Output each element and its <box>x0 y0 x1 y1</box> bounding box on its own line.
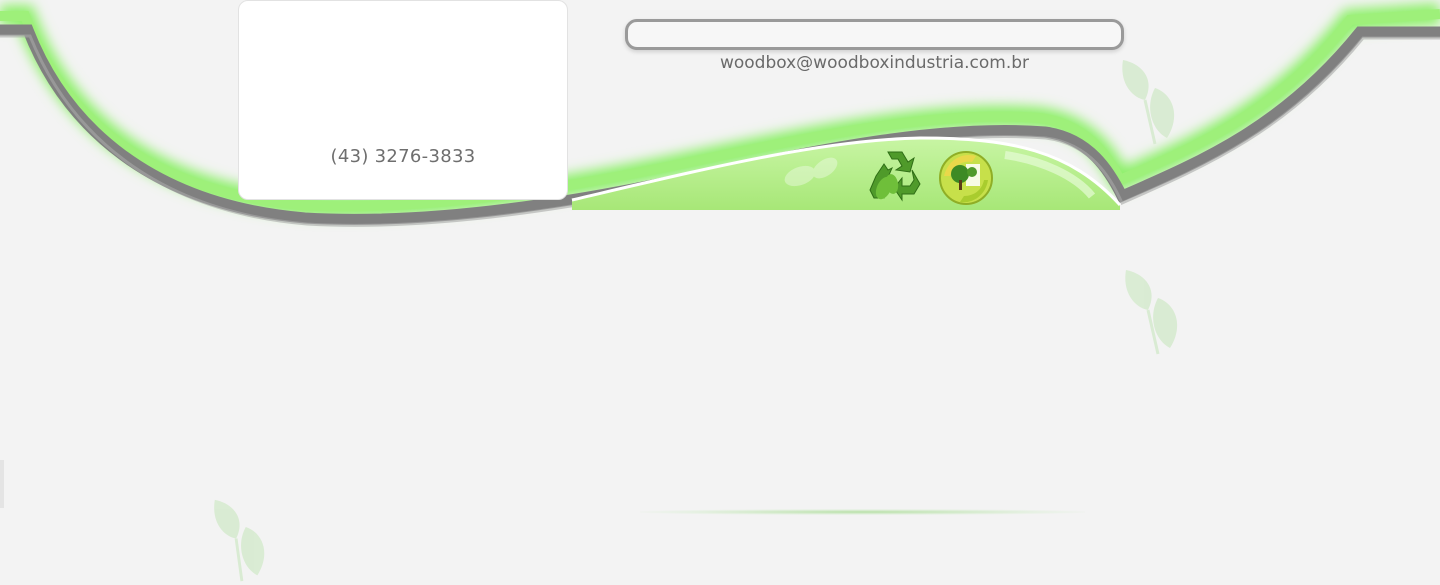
leaf-icon <box>1125 270 1178 355</box>
search-input[interactable] <box>625 19 1124 50</box>
contact-email-link[interactable]: woodbox@woodboxindustria.com.br <box>625 53 1124 73</box>
earth-tree-icon <box>939 151 993 205</box>
phone-number: (43) 3276-3833 <box>330 146 476 167</box>
recycle-icon <box>869 151 921 202</box>
leaf-icon <box>1122 60 1175 145</box>
leaf-icon <box>214 499 265 582</box>
footer-divider <box>640 509 1085 515</box>
edge-decoration <box>0 460 4 508</box>
logo-card <box>238 0 568 200</box>
